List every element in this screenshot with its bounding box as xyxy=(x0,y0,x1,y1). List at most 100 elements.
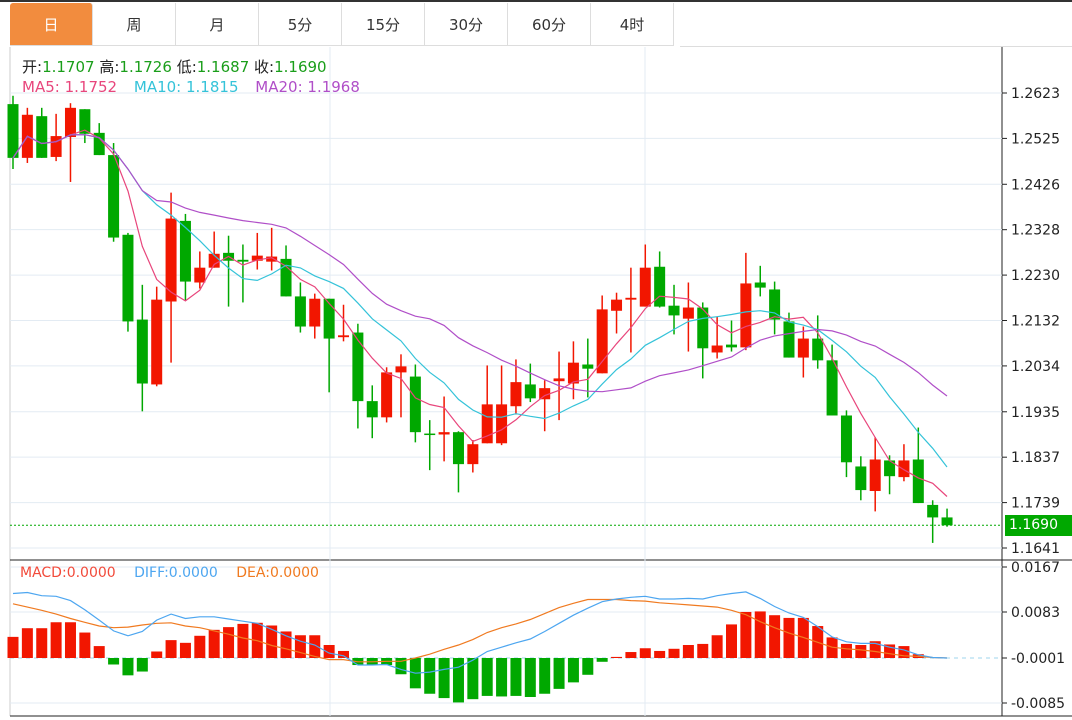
close-label: 收: xyxy=(254,58,275,76)
macd-bar-negative xyxy=(567,658,579,683)
macd-bar-positive xyxy=(93,646,105,658)
macd-bar-positive xyxy=(79,632,91,658)
macd-bar-positive xyxy=(726,624,737,658)
current-price-tag: 1.1690 xyxy=(1005,515,1072,536)
candle-down xyxy=(424,433,436,436)
close-value: 1.1690 xyxy=(274,58,327,76)
macd-bar-negative xyxy=(136,658,148,672)
high-label: 高: xyxy=(99,58,120,76)
candle-down xyxy=(108,155,120,238)
candle-up xyxy=(395,366,407,373)
candle-down xyxy=(812,338,824,361)
dea-label: DEA: xyxy=(236,565,270,581)
candle-up xyxy=(381,372,393,418)
candle-down xyxy=(409,376,421,433)
ma5-label: MA5: xyxy=(22,78,60,96)
macd-bar-positive xyxy=(21,628,33,658)
candle-down xyxy=(136,319,148,384)
dea-value: 0.0000 xyxy=(269,565,319,581)
candle-down xyxy=(855,466,867,491)
macd-bar-negative xyxy=(438,658,450,699)
candle-down xyxy=(7,104,19,158)
macd-bar-negative xyxy=(596,658,608,662)
macd-bar-positive xyxy=(7,636,19,658)
candle-up xyxy=(510,382,522,407)
candle-down xyxy=(654,266,666,307)
y-tick-label: 1.2034 xyxy=(1011,359,1060,375)
ma5-value: 1.1752 xyxy=(64,78,118,96)
macd-bar-positive xyxy=(740,611,752,658)
macd-bar-positive xyxy=(840,643,852,658)
ma20-label: MA20: xyxy=(255,78,303,96)
open-value: 1.1707 xyxy=(42,58,95,76)
candle-down xyxy=(582,364,594,369)
kline-chart[interactable]: 1.2623 1.2525 1.2426 1.2328 1.2230 1.2132 1.20… xyxy=(0,0,1072,720)
candle-down xyxy=(122,234,134,322)
macd-bar-positive xyxy=(165,640,177,658)
candle-up xyxy=(309,298,321,327)
macd-readout: MACD:0.0000 DIFF:0.0000 DEA:0.0000 xyxy=(20,565,319,581)
candle-up xyxy=(64,107,76,138)
macd-bar-positive xyxy=(294,635,306,658)
macd-bar-positive xyxy=(625,652,637,658)
macd-bar-positive xyxy=(208,629,220,658)
macd-bar-positive xyxy=(697,643,709,658)
macd-y-tick-label: 0.0167 xyxy=(1011,560,1060,576)
candle-up xyxy=(682,307,694,319)
macd-bar-positive xyxy=(769,615,781,658)
diff-value: 0.0000 xyxy=(168,565,218,581)
candle-down xyxy=(323,298,335,339)
y-tick-label: 1.1935 xyxy=(1011,405,1060,421)
macd-bar-positive xyxy=(237,623,249,658)
macd-bar-negative xyxy=(539,658,551,694)
candle-up xyxy=(625,297,637,300)
candle-up xyxy=(596,309,608,374)
macd-bar-negative xyxy=(582,658,594,675)
ma10-label: MA10: xyxy=(133,78,182,96)
candle-down xyxy=(668,305,680,316)
candle-down xyxy=(783,321,795,358)
macd-bar-positive xyxy=(855,645,867,658)
open-label: 开: xyxy=(22,58,43,76)
candle-down xyxy=(826,360,838,416)
candle-up xyxy=(740,283,752,348)
macd-bar-positive xyxy=(754,611,766,658)
macd-bar-positive xyxy=(611,656,623,658)
candle-up xyxy=(639,267,651,307)
candle-down xyxy=(754,282,766,288)
ma-readout: MA5: 1.1752 MA10: 1.1815 MA20: 1.1968 xyxy=(22,78,360,96)
macd-bar-positive xyxy=(151,651,163,658)
macd-bar-positive xyxy=(64,622,76,658)
candle-up xyxy=(553,378,565,382)
macd-bar-negative xyxy=(122,658,134,676)
candle-up xyxy=(611,299,623,311)
macd-value: 0.0000 xyxy=(66,565,116,581)
y-tick-label: 1.1837 xyxy=(1011,450,1060,466)
macd-bar-negative xyxy=(467,658,479,700)
macd-y-tick-label: -0.0085 xyxy=(1011,696,1065,712)
candle-down xyxy=(840,415,852,463)
candle-down xyxy=(927,504,939,518)
y-tick-label: 1.1641 xyxy=(1011,541,1060,557)
low-label: 低: xyxy=(176,58,197,76)
candle-down xyxy=(726,344,737,348)
macd-bar-negative xyxy=(510,658,522,696)
candle-down xyxy=(237,259,249,262)
candle-down xyxy=(912,459,924,504)
macd-bar-positive xyxy=(194,635,206,658)
macd-bar-positive xyxy=(223,627,235,658)
high-value: 1.1726 xyxy=(119,58,172,76)
candle-up xyxy=(898,460,910,478)
macd-bar-negative xyxy=(481,658,493,696)
macd-bar-positive xyxy=(179,642,191,658)
ohlc-readout: 开:1.1707 高:1.1726 低:1.1687 收:1.1690 xyxy=(22,56,327,77)
candle-down xyxy=(179,220,191,282)
y-tick-label: 1.2426 xyxy=(1011,177,1060,193)
macd-bar-negative xyxy=(108,658,120,665)
y-tick-label: 1.2230 xyxy=(1011,268,1060,284)
macd-bar-positive xyxy=(783,617,795,658)
candle-up xyxy=(467,444,479,465)
candle-up xyxy=(711,345,723,353)
candle-up xyxy=(567,362,579,384)
candle-up xyxy=(496,404,508,444)
